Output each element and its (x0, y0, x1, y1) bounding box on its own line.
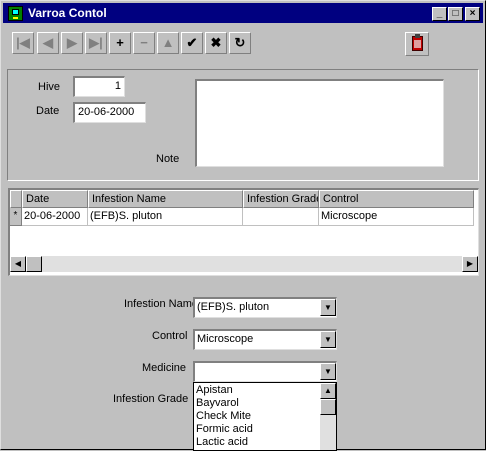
close-button[interactable]: × (465, 7, 480, 21)
table-cell-date[interactable]: 20-06-2000 (22, 208, 88, 226)
medicine-select[interactable]: ▼ (193, 361, 337, 382)
app-icon[interactable] (8, 6, 23, 21)
chevron-down-icon[interactable]: ▼ (320, 331, 336, 348)
maximize-button[interactable]: □ (448, 7, 463, 21)
hive-label: Hive (38, 81, 61, 93)
delete-record-icon[interactable]: − (133, 32, 155, 54)
control-value: Microscope (197, 333, 254, 345)
control-label: Control (152, 330, 188, 342)
list-item[interactable]: Lactic acid (196, 436, 248, 449)
infestion-name-value: (EFB)S. pluton (197, 301, 270, 313)
scroll-thumb[interactable] (26, 256, 42, 272)
clipboard-icon[interactable] (405, 32, 429, 56)
list-item[interactable]: Check Mite (196, 410, 251, 423)
navigator-toolbar: |◀ ◀ ▶ ▶| + − ▲ ✔ ✖ ↻ (3, 25, 483, 65)
last-record-icon[interactable]: ▶| (85, 32, 107, 54)
note-field[interactable] (195, 79, 444, 167)
chevron-down-icon[interactable]: ▼ (320, 363, 336, 380)
medicine-dropdown-list[interactable]: Apistan Bayvarol Check Mite Formic acid … (193, 382, 337, 451)
list-item[interactable]: Bayvarol (196, 397, 239, 410)
control-select[interactable]: Microscope ▼ (193, 329, 337, 350)
infestion-name-select[interactable]: (EFB)S. pluton ▼ (193, 297, 337, 318)
infestion-grid[interactable]: Date Infestion Name Infestion Grade Cont… (8, 188, 479, 276)
medicine-label: Medicine (142, 362, 187, 374)
insert-record-icon[interactable]: + (109, 32, 131, 54)
grid-horizontal-scrollbar[interactable]: ◀ ▶ (10, 256, 478, 272)
infestion-name-label: Infestion Name (124, 298, 198, 310)
grid-column-control[interactable]: Control (319, 190, 474, 208)
chevron-down-icon[interactable]: ▼ (320, 299, 336, 316)
grid-column-infestion-grade[interactable]: Infestion Grade (243, 190, 319, 208)
scroll-left-icon[interactable]: ◀ (10, 256, 26, 272)
next-record-icon[interactable]: ▶ (61, 32, 83, 54)
scroll-thumb[interactable] (320, 399, 336, 415)
list-item[interactable]: Apistan (196, 384, 233, 397)
grid-corner (10, 190, 22, 208)
post-edit-icon[interactable]: ✔ (181, 32, 203, 54)
window-title: Varroa Contol (28, 6, 107, 20)
date-label: Date (36, 105, 60, 117)
app-window: Varroa Contol _ □ × |◀ ◀ ▶ ▶| + − ▲ ✔ ✖ … (0, 0, 486, 451)
dropdown-vertical-scrollbar[interactable]: ▲ (320, 383, 336, 450)
row-indicator[interactable]: * (10, 208, 22, 226)
header-panel: Hive 1 Date 20-06-2000 Note (7, 69, 479, 181)
note-label: Note (156, 153, 180, 165)
table-cell-infestion-name[interactable]: (EFB)S. pluton (88, 208, 243, 226)
cancel-edit-icon[interactable]: ✖ (205, 32, 227, 54)
table-cell-control[interactable]: Microscope (319, 208, 474, 226)
prior-record-icon[interactable]: ◀ (37, 32, 59, 54)
hive-field[interactable]: 1 (73, 76, 125, 97)
grid-column-infestion-name[interactable]: Infestion Name (88, 190, 243, 208)
list-item[interactable]: Formic acid (196, 423, 253, 436)
scroll-right-icon[interactable]: ▶ (462, 256, 478, 272)
infestion-grade-label: Infestion Grade (113, 393, 189, 405)
first-record-icon[interactable]: |◀ (12, 32, 34, 54)
refresh-data-icon[interactable]: ↻ (229, 32, 251, 54)
date-field[interactable]: 20-06-2000 (73, 102, 146, 123)
minimize-button[interactable]: _ (432, 7, 447, 21)
title-bar[interactable]: Varroa Contol _ □ × (3, 3, 483, 23)
grid-column-date[interactable]: Date (22, 190, 88, 208)
edit-record-icon[interactable]: ▲ (157, 32, 179, 54)
scroll-up-icon[interactable]: ▲ (320, 383, 336, 399)
table-cell-infestion-grade[interactable] (243, 208, 319, 226)
